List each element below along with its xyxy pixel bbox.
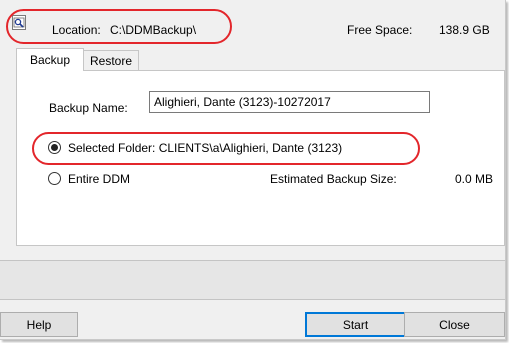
- tab-restore[interactable]: Restore: [83, 50, 139, 70]
- tab-backup[interactable]: Backup: [16, 48, 84, 71]
- selected-folder-label[interactable]: Selected Folder: CLIENTS\a\Alighieri, Da…: [68, 141, 342, 155]
- backup-name-label: Backup Name:: [49, 101, 128, 115]
- location-label: Location:: [52, 23, 101, 37]
- help-button[interactable]: Help: [0, 312, 78, 337]
- entire-ddm-label[interactable]: Entire DDM: [68, 172, 130, 186]
- free-space-label: Free Space:: [347, 23, 413, 37]
- free-space-value: 138.9 GB: [439, 23, 490, 37]
- folder-search-icon[interactable]: [12, 15, 26, 30]
- estimated-size-label: Estimated Backup Size:: [270, 172, 397, 186]
- close-button[interactable]: Close: [404, 312, 505, 337]
- backup-name-input[interactable]: [149, 91, 430, 113]
- location-path: C:\DDMBackup\: [110, 23, 197, 37]
- selected-folder-radio[interactable]: [48, 141, 61, 154]
- estimated-size-value: 0.0 MB: [455, 172, 494, 186]
- radio-checked-dot: [51, 144, 58, 151]
- start-button[interactable]: Start: [305, 312, 406, 337]
- tab-strip: Backup Restore: [0, 48, 505, 71]
- location-bar: Location: C:\DDMBackup\ Free Space: 138.…: [0, 0, 505, 48]
- backup-window: Location: C:\DDMBackup\ Free Space: 138.…: [0, 0, 506, 340]
- entire-ddm-radio[interactable]: [48, 172, 61, 185]
- progress-bar: [0, 260, 505, 300]
